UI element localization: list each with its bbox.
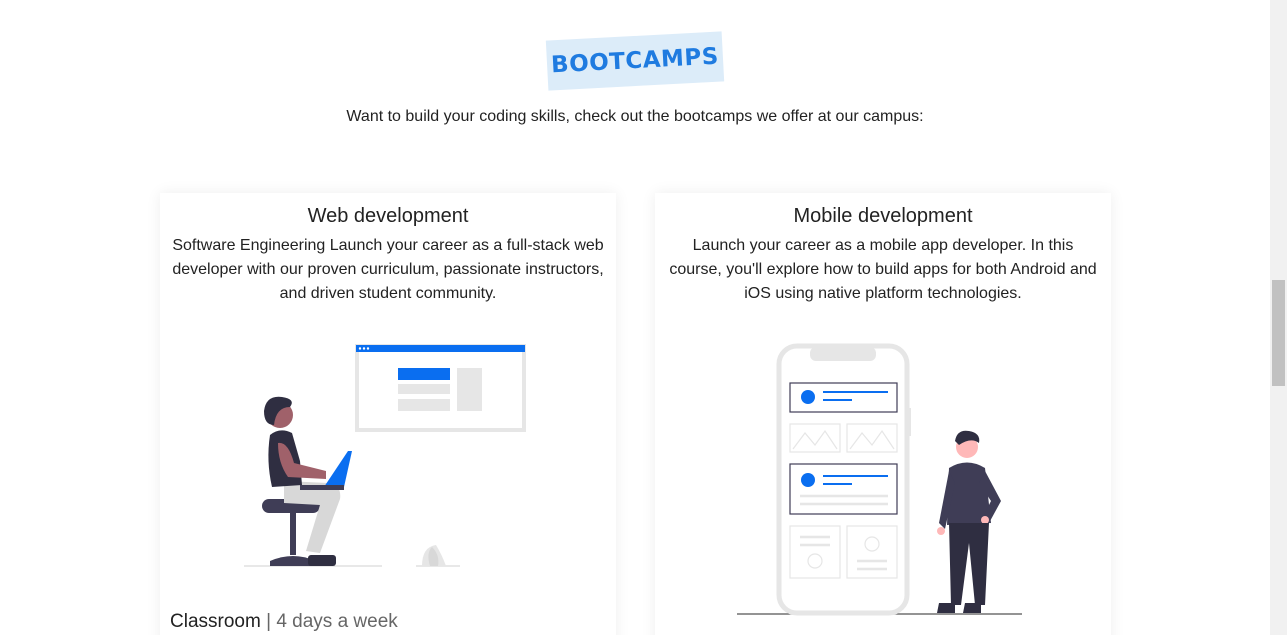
card-description: Launch your career as a mobile app devel… [669,237,1097,302]
section-subtitle: Want to build your coding skills, check … [346,108,924,125]
mobile-developer-illustration [737,343,1022,616]
card-footer: Classroom | 4 days a week [170,611,398,633]
scrollbar-thumb[interactable] [1272,280,1285,386]
page: BOOTCAMPS Want to build your coding skil… [0,0,1287,635]
web-developer-illustration [244,344,526,567]
card-format: Classroom [170,611,261,632]
bootcamp-card-web[interactable]: Web development Software Engineering Lau… [160,193,616,635]
card-description: Software Engineering Launch your career … [172,237,604,302]
card-schedule: 4 days a week [276,611,398,632]
section-badge: BOOTCAMPS [545,31,725,91]
section-badge-label: BOOTCAMPS [550,43,720,79]
card-footer-separator: | [266,611,272,632]
card-title: Mobile development [793,205,973,227]
page-scrollbar[interactable] [1270,0,1287,635]
bootcamp-card-mobile[interactable]: Mobile development Launch your career as… [655,193,1111,635]
card-title: Web development [307,205,469,227]
